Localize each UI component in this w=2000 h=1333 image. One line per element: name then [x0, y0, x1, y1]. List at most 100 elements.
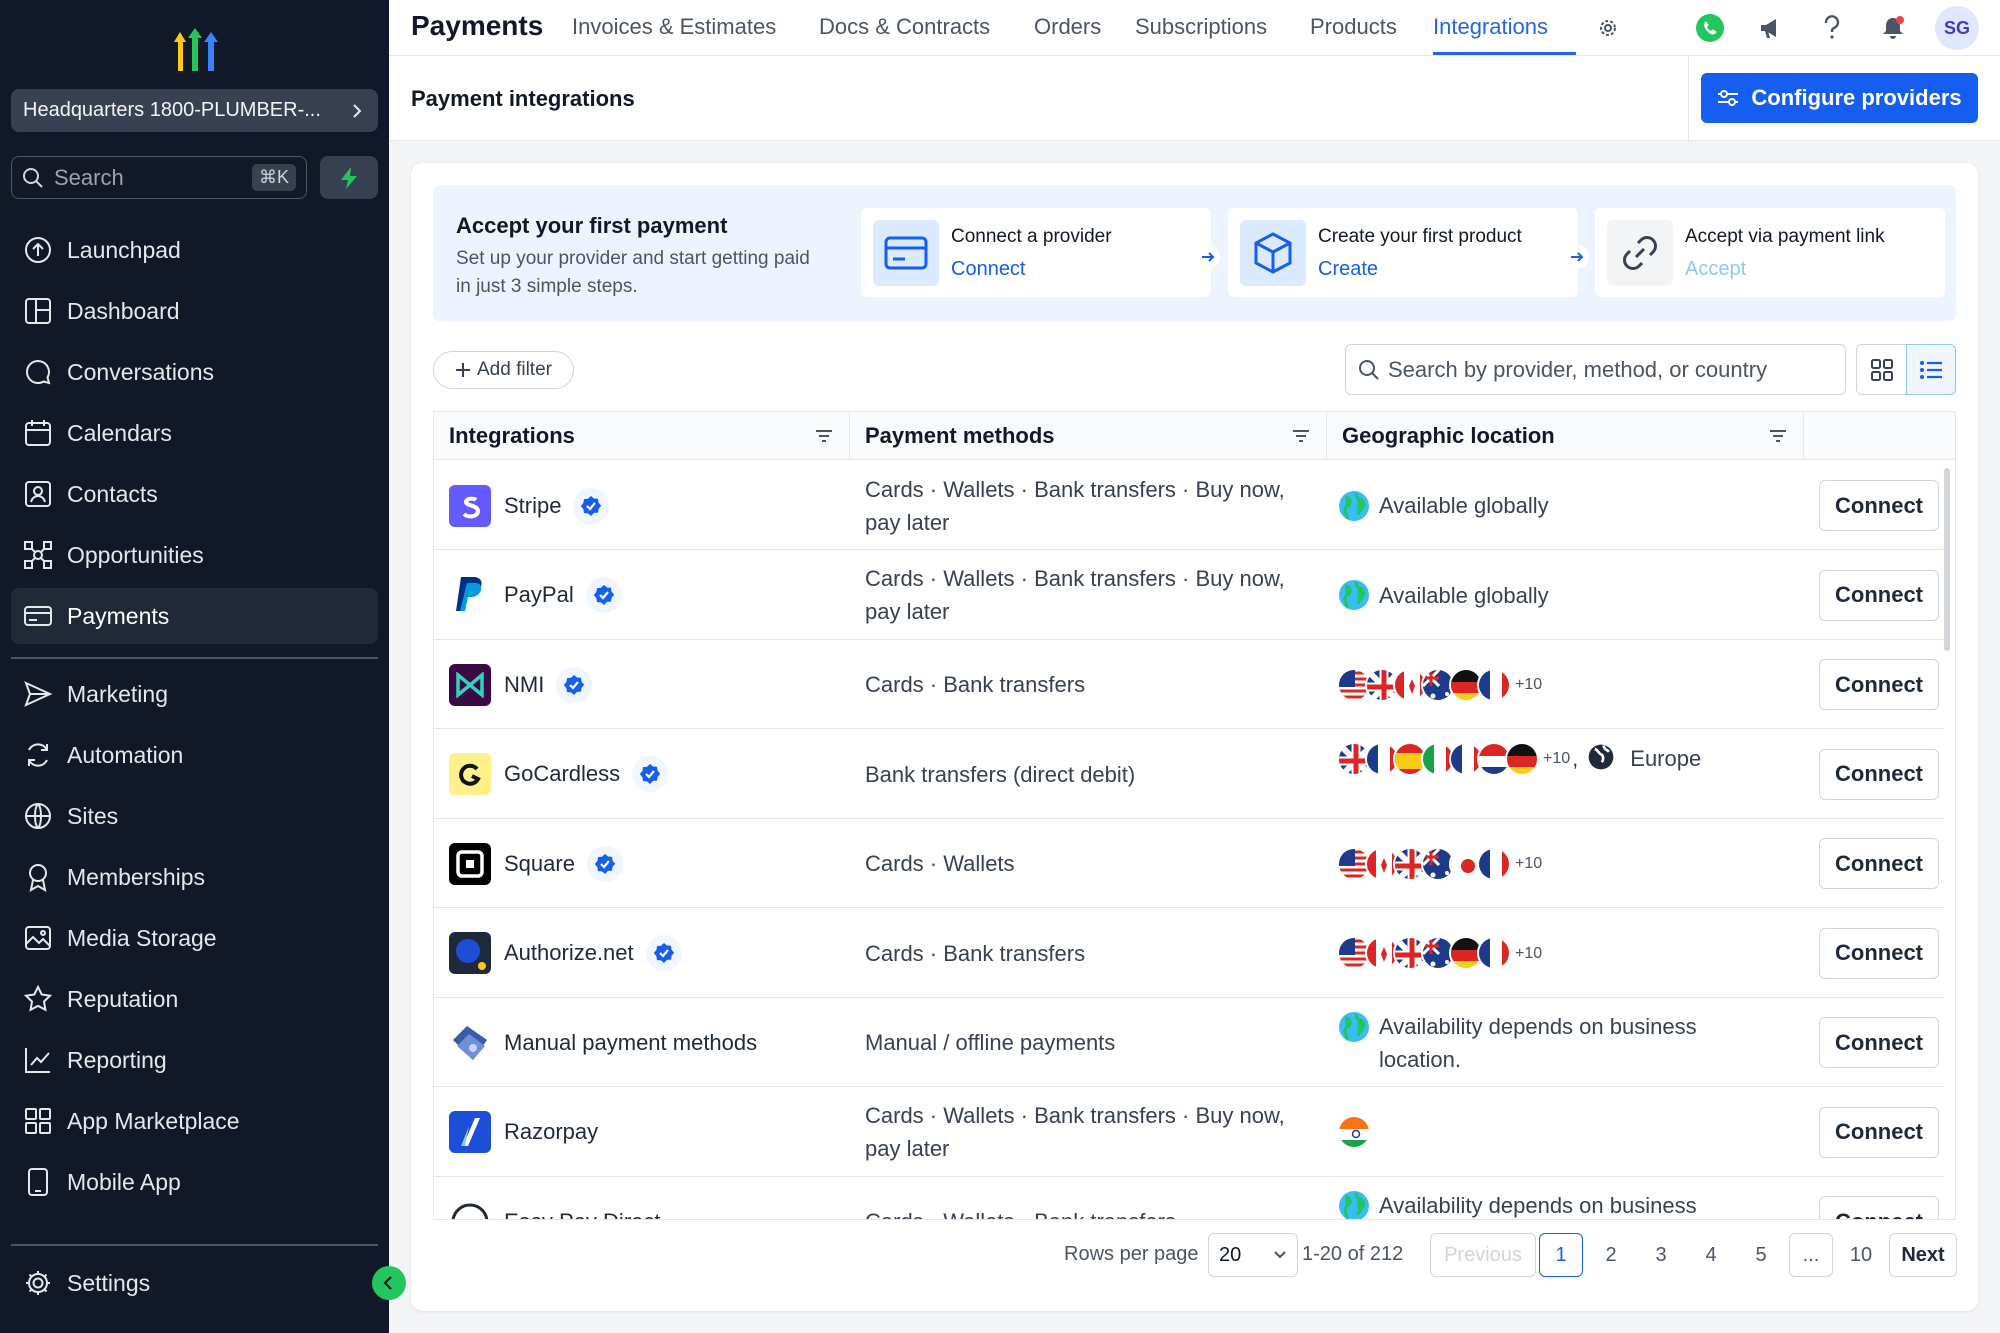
collapse-sidebar-button[interactable]: [372, 1266, 406, 1300]
integration-cell[interactable]: NMI: [449, 640, 593, 729]
tab-products[interactable]: Products: [1310, 14, 1397, 40]
reporting-icon: [25, 1048, 50, 1073]
sidebar-item-dashboard[interactable]: Dashboard: [11, 283, 378, 339]
sidebar-item-settings[interactable]: Settings: [11, 1255, 378, 1311]
announcements-button[interactable]: [1755, 12, 1787, 44]
integration-cell[interactable]: Manual payment methods: [449, 998, 757, 1087]
integration-name: Authorize.net: [504, 940, 634, 965]
flag-fr-icon: [1477, 936, 1511, 970]
page-1-button[interactable]: 1: [1539, 1233, 1583, 1277]
stripe-logo: [449, 484, 491, 527]
sidebar-item-opportunities[interactable]: Opportunities: [11, 527, 378, 583]
calendar-icon: [25, 420, 51, 446]
sidebar-item-sites[interactable]: Sites: [11, 788, 378, 844]
location-cell: +10, Europe: [1337, 730, 1777, 819]
sidebar-item-calendars[interactable]: Calendars: [11, 405, 378, 461]
sidebar-item-mobile-app[interactable]: Mobile App: [11, 1154, 378, 1210]
grid-view-toggle[interactable]: [1856, 344, 1906, 395]
filter-icon[interactable]: [815, 429, 833, 443]
column-geographic-location[interactable]: Geographic location: [1327, 412, 1804, 460]
opportunities-icon: [24, 541, 52, 569]
connect-button[interactable]: Connect: [1819, 838, 1939, 889]
connect-button[interactable]: Connect: [1819, 659, 1939, 710]
connect-button[interactable]: Connect: [1819, 569, 1939, 621]
tab-settings[interactable]: [1592, 12, 1624, 44]
column-payment-methods[interactable]: Payment methods: [850, 412, 1327, 460]
connect-button[interactable]: Connect: [1819, 927, 1939, 979]
tab-docs-contracts[interactable]: Docs & Contracts: [819, 14, 990, 40]
integration-cell[interactable]: Square: [449, 819, 623, 908]
add-filter-label: Add filter: [477, 359, 552, 380]
sidebar-item-memberships[interactable]: Memberships: [11, 849, 378, 905]
tab-integrations[interactable]: Integrations: [1433, 14, 1548, 40]
connect-button[interactable]: Connect: [1819, 1196, 1939, 1219]
sidebar-item-contacts[interactable]: Contacts: [11, 466, 378, 522]
integrations-search-input[interactable]: Search by provider, method, or country: [1345, 344, 1846, 395]
table-scrollbar[interactable]: [1944, 468, 1950, 651]
tab-orders[interactable]: Orders: [1034, 14, 1101, 40]
sidebar-item-label: Settings: [67, 1269, 151, 1296]
connect-button[interactable]: Connect: [1819, 1106, 1939, 1158]
phone-button[interactable]: [1694, 12, 1726, 44]
payment-methods-cell: Cards · Wallets · Bank transfers: [865, 1177, 1285, 1219]
integration-cell[interactable]: Easy Pay Direct: [449, 1177, 661, 1219]
page-2-button[interactable]: 2: [1589, 1233, 1633, 1277]
page-5-button[interactable]: 5: [1739, 1233, 1783, 1277]
sidebar-item-marketing[interactable]: Marketing: [11, 666, 378, 722]
add-filter-button[interactable]: Add filter: [433, 351, 574, 389]
page-ellipsis-button[interactable]: ...: [1789, 1233, 1833, 1277]
sidebar-item-automation[interactable]: Automation: [11, 727, 378, 783]
sidebar-item-conversations[interactable]: Conversations: [11, 344, 378, 400]
next-page-button[interactable]: Next: [1889, 1233, 1957, 1277]
integration-name: Square: [504, 850, 575, 876]
connect-button[interactable]: Connect: [1819, 748, 1939, 800]
country-flags: [1337, 936, 1511, 970]
filter-icon[interactable]: [1769, 429, 1787, 443]
location-switcher[interactable]: Headquarters 1800-PLUMBER-...: [11, 89, 378, 132]
configure-providers-button[interactable]: Configure providers: [1701, 73, 1978, 123]
tab-invoices-estimates[interactable]: Invoices & Estimates: [572, 14, 776, 40]
sidebar-item-media-storage[interactable]: Media Storage: [11, 910, 378, 966]
razorpay-logo: [449, 1111, 491, 1153]
sidebar-item-payments[interactable]: Payments: [11, 588, 378, 644]
payment-methods-cell: Cards · Bank transfers: [865, 940, 1086, 966]
app-logo[interactable]: [170, 26, 222, 74]
tab-subscriptions[interactable]: Subscriptions: [1135, 14, 1267, 40]
sidebar-item-app-marketplace[interactable]: App Marketplace: [11, 1093, 378, 1149]
notifications-button[interactable]: [1877, 12, 1909, 44]
integration-cell[interactable]: GoCardless: [449, 730, 669, 819]
help-button[interactable]: [1816, 12, 1848, 44]
page-3-button[interactable]: 3: [1639, 1233, 1683, 1277]
payment-methods-cell: Manual / offline payments: [865, 1030, 1116, 1055]
rows-per-page-select[interactable]: 20: [1208, 1233, 1298, 1277]
search-placeholder: Search by provider, method, or country: [1388, 356, 1768, 382]
integration-cell[interactable]: Authorize.net: [449, 909, 682, 998]
card-icon: [873, 220, 939, 286]
filter-icon[interactable]: [1292, 429, 1310, 443]
connect-button[interactable]: Connect: [1819, 480, 1939, 531]
integration-cell[interactable]: Razorpay: [449, 1088, 598, 1177]
table-row: Stripe Cards · Wallets · Bank transfers ·…: [434, 461, 1944, 550]
marketing-icon: [24, 681, 53, 707]
sidebar-item-reputation[interactable]: Reputation: [11, 971, 378, 1027]
integration-cell[interactable]: Stripe: [449, 461, 610, 550]
verified-badge-icon: [556, 666, 593, 703]
previous-page-button[interactable]: Previous: [1430, 1233, 1536, 1277]
column-integrations[interactable]: Integrations: [434, 412, 850, 460]
page-10-button[interactable]: 10: [1839, 1233, 1883, 1277]
list-view-toggle[interactable]: [1906, 344, 1956, 395]
chevron-left-icon: [383, 1276, 392, 1290]
connect-button[interactable]: Connect: [1819, 1017, 1939, 1068]
sidebar-item-launchpad[interactable]: Launchpad: [11, 222, 378, 278]
sidebar-item-reporting[interactable]: Reporting: [11, 1032, 378, 1088]
payment-methods-cell: Cards · Bank transfers: [865, 672, 1086, 697]
sidebar-search[interactable]: Search ⌘K: [11, 156, 307, 199]
integration-cell[interactable]: PayPal: [449, 551, 622, 640]
quick-actions-button[interactable]: [320, 156, 378, 199]
create-link[interactable]: Create: [1318, 258, 1378, 281]
page-4-button[interactable]: 4: [1689, 1233, 1733, 1277]
location-cell: +10: [1337, 640, 1777, 729]
user-avatar[interactable]: SG: [1935, 6, 1979, 50]
globe-icon: [1339, 1012, 1369, 1042]
connect-link[interactable]: Connect: [951, 258, 1026, 281]
